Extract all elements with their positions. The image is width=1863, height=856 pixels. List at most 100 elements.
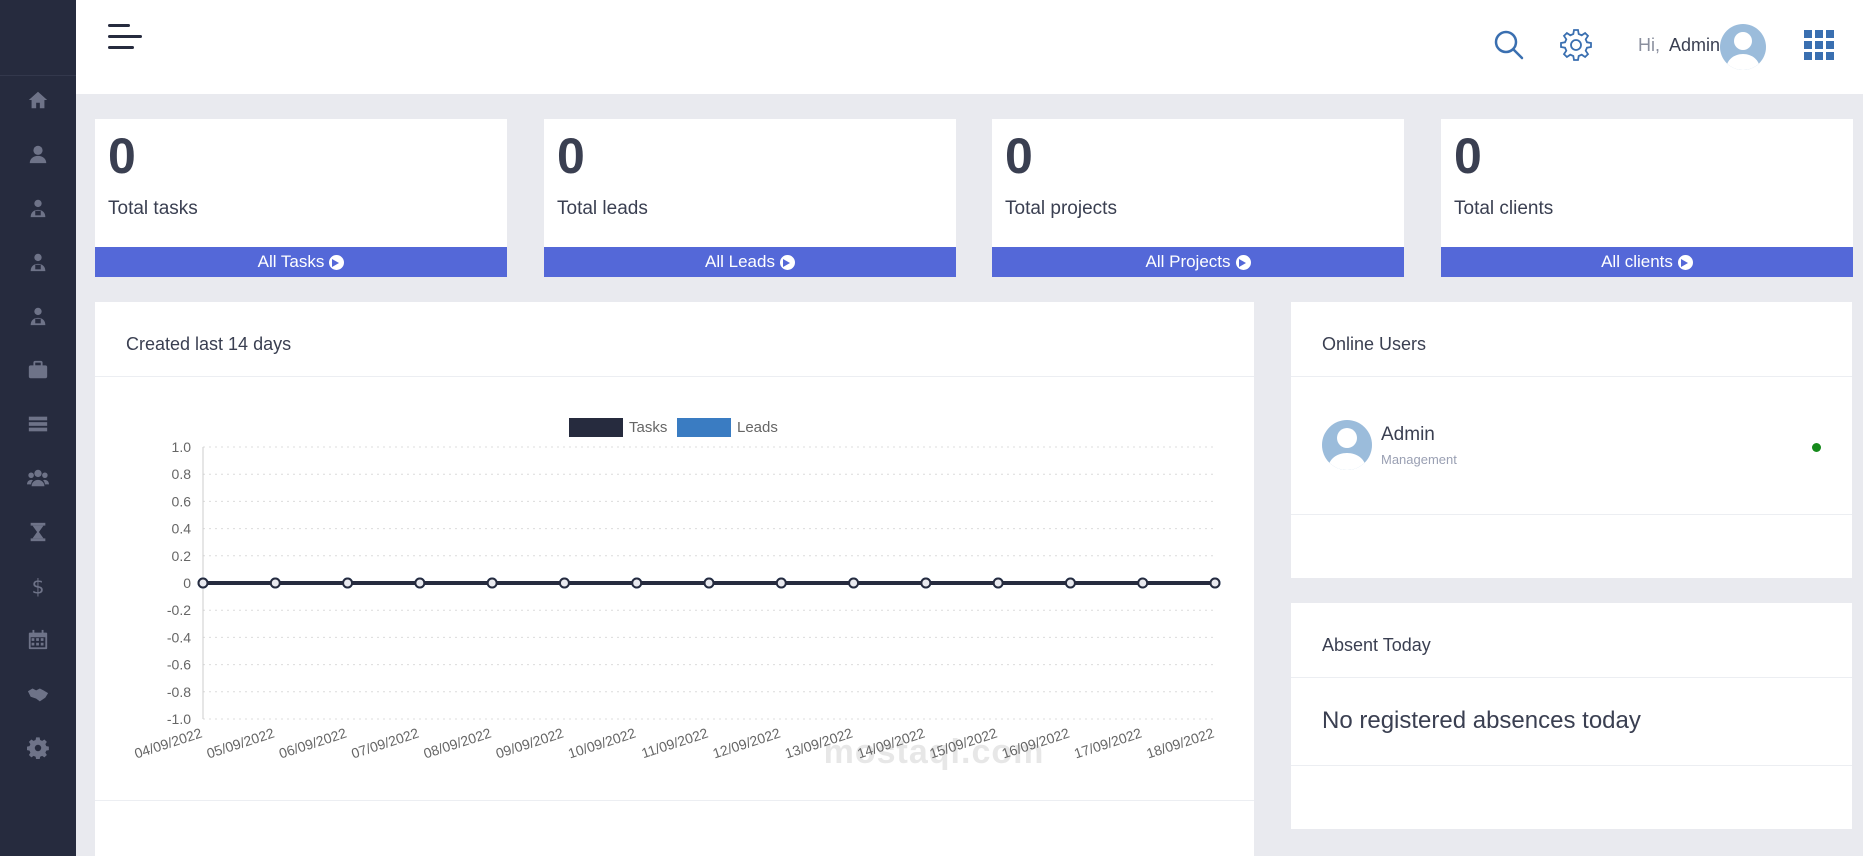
x-tick-label: 10/09/2022	[566, 725, 638, 762]
panel-title: Absent Today	[1322, 635, 1431, 655]
sidebar-item-finance[interactable]: $	[0, 566, 76, 606]
avatar-icon	[1726, 32, 1760, 70]
sidebar-item-employees-2[interactable]	[0, 242, 76, 282]
x-tick-label: 17/09/2022	[1072, 725, 1144, 762]
sidebar-item-deals[interactable]	[0, 674, 76, 714]
all-tasks-button[interactable]: All Tasks	[95, 247, 507, 277]
all-clients-button[interactable]: All clients	[1441, 247, 1853, 277]
apps-grid-icon[interactable]	[1804, 30, 1834, 60]
sidebar-item-list[interactable]	[0, 404, 76, 444]
employee-badge-icon	[30, 199, 46, 218]
employee-badge-icon	[30, 307, 46, 326]
gear-icon	[27, 737, 49, 759]
menu-line	[108, 24, 130, 27]
search-icon[interactable]	[1492, 28, 1526, 62]
line-chart: 1.0 0.8 0.6 0.4 0.2 0 -0.2 -0.4 -0.6 -0.8 -1.004/0…	[132, 418, 1221, 762]
x-tick-label: 08/09/2022	[421, 725, 493, 762]
y-tick-label: 1.0	[172, 439, 192, 455]
y-tick-label: 0.8	[172, 466, 192, 482]
absent-message: No registered absences today	[1322, 707, 1641, 734]
divider	[1291, 376, 1852, 377]
stat-value: 0	[108, 128, 136, 184]
stat-card-leads: 0 Total leads All Leads	[544, 119, 956, 277]
absent-today-panel: Absent Today No registered absences toda…	[1291, 603, 1852, 829]
link-label: All Projects	[1145, 252, 1231, 271]
sidebar-brand	[0, 0, 76, 76]
sidebar-item-calendar[interactable]	[0, 620, 76, 660]
sidebar-item-team[interactable]	[0, 458, 76, 498]
sidebar-item-projects[interactable]	[0, 350, 76, 390]
data-point	[1064, 577, 1076, 589]
y-tick-label: 0.6	[172, 493, 192, 509]
online-status-dot	[1812, 443, 1821, 452]
user-icon	[29, 145, 47, 164]
stat-value: 0	[557, 128, 585, 184]
legend-swatch	[569, 418, 623, 437]
watermark: mostaql.com	[823, 733, 1045, 771]
home-icon	[28, 91, 48, 109]
list-icon	[28, 416, 48, 432]
divider	[1291, 765, 1852, 766]
menu-toggle-button[interactable]	[108, 22, 144, 52]
x-tick-label: 12/09/2022	[711, 725, 783, 762]
divider	[1291, 514, 1852, 515]
stat-label: Total tasks	[108, 198, 198, 219]
hourglass-icon	[30, 522, 46, 542]
users-icon	[27, 469, 49, 487]
arrow-circle-right-icon	[779, 254, 795, 270]
user-greeting[interactable]: Hi, Admin	[1638, 35, 1720, 56]
legend-label: Tasks	[629, 419, 667, 436]
x-tick-label: 09/09/2022	[494, 725, 566, 762]
data-point	[920, 577, 932, 589]
divider	[1291, 677, 1852, 678]
sidebar-item-timesheet[interactable]	[0, 512, 76, 552]
data-point	[1209, 577, 1221, 589]
avatar-icon	[1328, 428, 1366, 470]
x-tick-label: 07/09/2022	[349, 725, 421, 762]
data-point	[342, 577, 354, 589]
arrow-circle-right-icon	[1235, 254, 1251, 270]
user-role: Management	[1381, 452, 1457, 467]
y-tick-label: -0.6	[167, 657, 191, 673]
topbar: Hi, Admin	[76, 0, 1863, 94]
user-name[interactable]: Admin	[1381, 424, 1435, 446]
data-point	[197, 577, 209, 589]
employee-badge-icon	[30, 253, 46, 272]
svg-text:$: $	[32, 575, 45, 597]
y-tick-label: 0.2	[172, 548, 192, 564]
stat-label: Total leads	[557, 198, 648, 219]
all-projects-button[interactable]: All Projects	[992, 247, 1404, 277]
x-tick-label: 04/09/2022	[132, 725, 204, 762]
sidebar-item-employees-3[interactable]	[0, 296, 76, 336]
dollar-icon: $	[32, 575, 45, 597]
y-tick-label: 0.4	[172, 521, 192, 537]
all-leads-button[interactable]: All Leads	[544, 247, 956, 277]
greeting-prefix: Hi,	[1638, 35, 1660, 55]
greeting-user-name: Admin	[1669, 35, 1721, 55]
sidebar-item-home[interactable]	[0, 80, 76, 120]
stat-label: Total projects	[1005, 198, 1117, 219]
stat-card-clients: 0 Total clients All clients	[1441, 119, 1853, 277]
stat-label: Total clients	[1454, 198, 1554, 219]
avatar[interactable]	[1322, 420, 1372, 470]
x-tick-label: 06/09/2022	[277, 725, 349, 762]
data-point	[1137, 577, 1149, 589]
briefcase-icon	[28, 360, 48, 379]
sidebar-item-employees-1[interactable]	[0, 188, 76, 228]
avatar[interactable]	[1720, 24, 1766, 70]
data-point	[992, 577, 1004, 589]
menu-line	[108, 46, 134, 49]
link-label: All clients	[1601, 252, 1673, 271]
legend-label: Leads	[737, 419, 778, 436]
arrow-circle-right-icon	[1677, 254, 1693, 270]
panel-title: Online Users	[1322, 334, 1427, 354]
sidebar-item-user[interactable]	[0, 134, 76, 174]
gear-icon[interactable]	[1559, 28, 1593, 62]
x-tick-label: 18/09/2022	[1144, 725, 1216, 762]
data-point	[848, 577, 860, 589]
x-tick-label: 05/09/2022	[205, 725, 277, 762]
handshake-icon	[27, 688, 49, 702]
data-point	[703, 577, 715, 589]
sidebar-item-settings[interactable]	[0, 728, 76, 768]
y-tick-label: -0.4	[167, 629, 191, 645]
